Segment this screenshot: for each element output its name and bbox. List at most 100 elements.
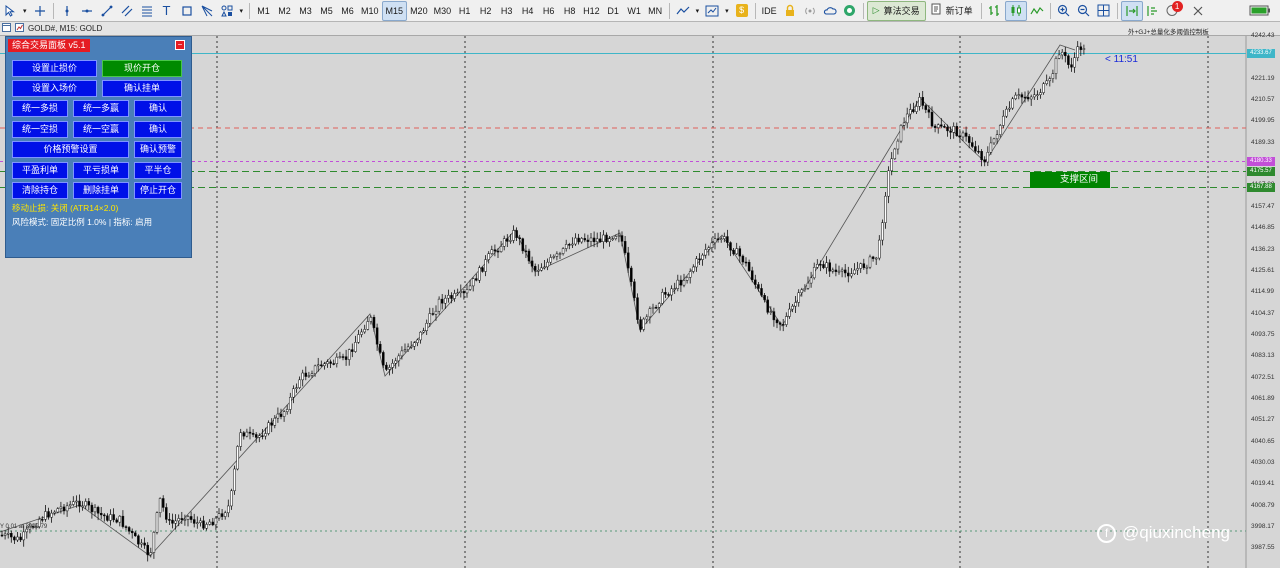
options-icon[interactable] [1188,1,1208,21]
market-open-button[interactable]: 现价开仓 [102,60,182,77]
timeframe-mn[interactable]: MN [645,1,666,21]
grid-icon[interactable] [1094,1,1114,21]
vertical-line-icon[interactable] [57,1,77,21]
crosshair-icon[interactable] [30,1,50,21]
window-icon[interactable] [2,23,11,34]
lock-icon[interactable] [780,1,800,21]
timeframe-m1[interactable]: M1 [253,1,274,21]
dollar-icon[interactable]: $ [732,1,752,21]
candle-body [251,433,255,435]
new-order-button[interactable]: 新订单 [926,1,978,21]
candle-body [958,135,962,138]
clear-positions-button[interactable]: 清除持仓 [12,182,68,199]
close-loss-button[interactable]: 平亏损单 [73,162,129,179]
candle-body [933,125,937,128]
line-chart-icon[interactable] [1027,1,1047,21]
timeframe-m15[interactable]: M15 [381,0,408,21]
autoscroll-icon[interactable] [1120,0,1143,21]
candle-body [850,273,853,277]
timeframe-h4[interactable]: H4 [517,1,538,21]
confirm-pending-button[interactable]: 确认挂单 [102,80,182,97]
timeframe-h2[interactable]: H2 [475,1,496,21]
chevron-down-icon[interactable]: ▾ [722,1,732,21]
close-half-button[interactable]: 平半仓 [134,162,182,179]
support-zone-label[interactable]: 支撑区间 [1030,172,1110,188]
candle-body [583,238,587,241]
horizontal-line-icon[interactable] [77,1,97,21]
chart-tab-title[interactable]: GOLD#, M15: GOLD [28,24,102,33]
candlestick-icon[interactable] [1004,0,1027,21]
candle-body [1020,94,1024,98]
confirm-alert-button[interactable]: 确认预警 [134,141,182,158]
market-icon[interactable] [840,1,860,21]
close-profit-button[interactable]: 平盈利单 [12,162,68,179]
price-chart[interactable] [0,36,1280,568]
timeframe-m20[interactable]: M20 [407,1,431,21]
candle-body [149,552,153,556]
candle-body [245,431,249,437]
unify-long-sl-button[interactable]: 统一多损 [12,100,68,117]
timeframe-h1[interactable]: H1 [454,1,475,21]
set-stop-loss-button[interactable]: 设置止损价 [12,60,97,77]
stop-open-button[interactable]: 停止开仓 [134,182,182,199]
timeframe-h8[interactable]: H8 [559,1,580,21]
notification-badge: 1 [1171,0,1183,12]
confirm-long-button[interactable]: 确认 [134,100,182,117]
chevron-down-icon[interactable]: ▾ [20,1,30,21]
shape-tool-icon[interactable] [177,1,197,21]
timeframe-m30[interactable]: M30 [431,1,455,21]
text-tool-icon[interactable]: T [157,1,177,21]
unify-long-tp-button[interactable]: 统一多赢 [73,100,129,117]
candle-body [642,318,645,330]
templates-icon[interactable] [702,1,722,21]
timeframe-h3[interactable]: H3 [496,1,517,21]
confirm-short-button[interactable]: 确认 [134,121,182,138]
chart-shift-icon[interactable] [1143,1,1163,21]
candle-body [320,364,323,367]
timeframe-h12[interactable]: H12 [580,1,603,21]
timeframe-d1[interactable]: D1 [603,1,624,21]
candle-body [623,241,627,254]
candle-body [1051,73,1055,79]
chart-area[interactable] [0,36,1280,568]
price-alert-settings-button[interactable]: 价格预警设置 [12,141,129,158]
panel-minimize-button[interactable]: − [175,40,185,50]
timeframe-m6[interactable]: M6 [337,1,358,21]
algo-trading-button[interactable]: ▷ 算法交易 [866,0,926,21]
candle-body [822,264,825,268]
candle-body [639,319,642,330]
delete-pending-button[interactable]: 删除挂单 [73,182,129,199]
trend-line-icon[interactable] [97,1,117,21]
timeframe-m2[interactable]: M2 [274,1,295,21]
candle-body [223,512,227,517]
timeframe-h6[interactable]: H6 [538,1,559,21]
gann-fan-icon[interactable] [197,1,217,21]
zoom-in-icon[interactable] [1054,1,1074,21]
chart-tab-icon[interactable] [15,23,24,34]
indicators-icon[interactable] [673,1,693,21]
unify-short-tp-button[interactable]: 统一空赢 [73,121,129,138]
toolbar-separator [1116,2,1118,19]
trading-panel[interactable]: 综合交易面板 v5.1 − 设置止损价 现价开仓 设置入场价 确认挂单 统一多损… [5,36,192,258]
panel-title[interactable]: 综合交易面板 v5.1 [8,39,90,52]
chevron-down-icon[interactable]: ▾ [693,1,703,21]
vps-icon[interactable] [820,1,840,21]
set-entry-price-button[interactable]: 设置入场价 [12,80,97,97]
unify-short-sl-button[interactable]: 统一空损 [12,121,68,138]
timeframe-w1[interactable]: W1 [624,1,645,21]
candle-body [512,230,515,241]
signal-icon[interactable] [800,1,820,21]
chevron-down-icon[interactable]: ▾ [237,1,247,21]
timeframe-m3[interactable]: M3 [295,1,316,21]
cursor-tool-icon[interactable] [0,1,20,21]
candle-body [425,322,428,331]
ide-button[interactable]: IDE [759,1,780,21]
timeframe-m10[interactable]: M10 [358,1,382,21]
objects-menu-icon[interactable] [217,1,237,21]
bar-chart-icon[interactable] [985,1,1005,21]
channel-icon[interactable] [117,1,137,21]
fibonacci-icon[interactable] [137,1,157,21]
notifications-icon[interactable]: 1 [1163,0,1183,21]
zoom-out-icon[interactable] [1074,1,1094,21]
timeframe-m5[interactable]: M5 [316,1,337,21]
